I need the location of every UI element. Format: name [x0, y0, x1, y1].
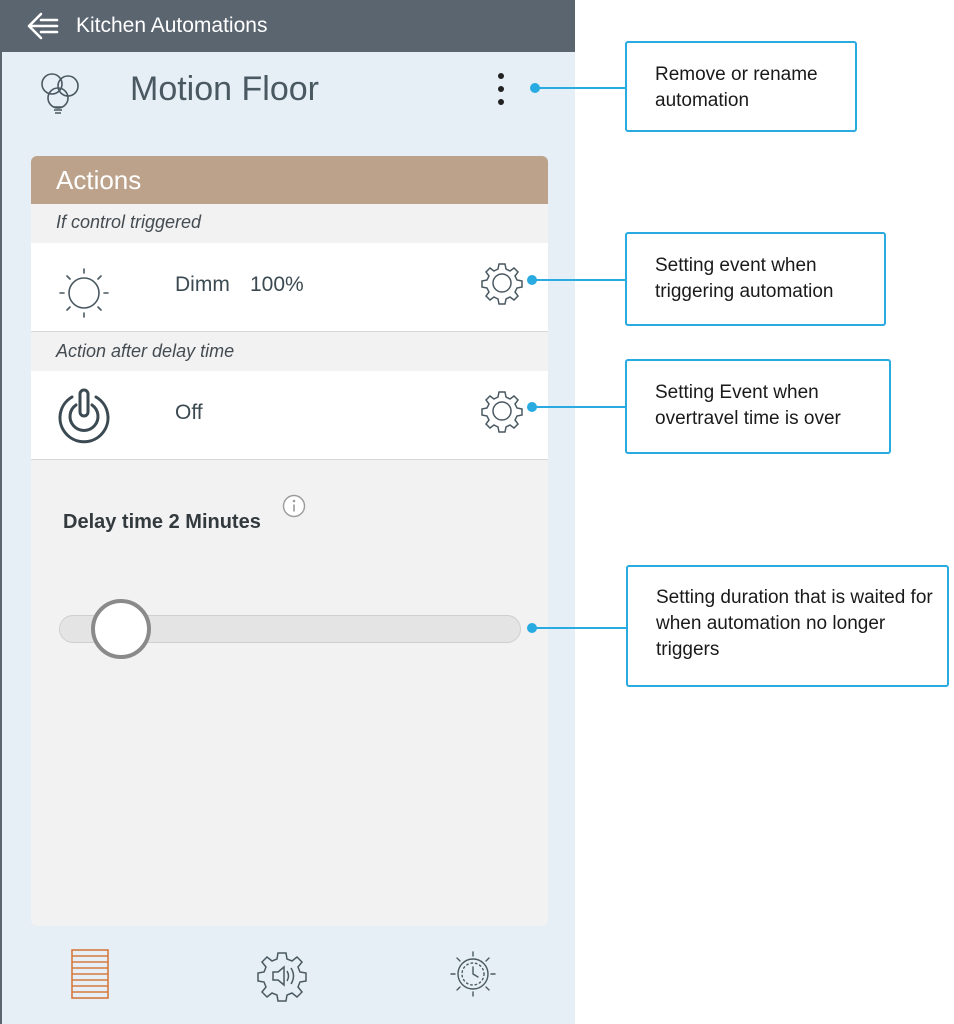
delay-slider-thumb[interactable] [91, 599, 152, 659]
gear-icon[interactable] [479, 388, 525, 434]
callout-line [532, 279, 627, 281]
callout-delay-duration: Setting duration that is waited for when… [626, 565, 949, 687]
sun-clock-icon[interactable] [448, 948, 498, 1000]
triggered-label: If control triggered [56, 212, 202, 232]
bulbs-icon [41, 73, 79, 114]
dim-sun-icon [59, 268, 109, 318]
top-bar: Kitchen Automations [2, 0, 575, 52]
info-icon[interactable] [282, 494, 306, 518]
callout-line [532, 627, 628, 629]
callout-menu: Remove or rename automation [625, 41, 857, 132]
callout-line [532, 406, 627, 408]
delay-action-row[interactable]: Off [31, 371, 548, 460]
gear-icon[interactable] [479, 260, 525, 306]
power-icon [58, 388, 110, 444]
back-title[interactable]: Kitchen Automations [76, 14, 267, 38]
delay-action-label: Action after delay time [56, 341, 235, 361]
callout-delay-event: Setting Event when overtravel time is ov… [625, 359, 891, 454]
delay-action-name: Off [175, 401, 203, 424]
phone-screen: Kitchen Automations Motion Floor Actions… [0, 0, 575, 1024]
delay-time-label: Delay time 2 Minutes [63, 511, 261, 533]
triggered-action-name: Dimm [175, 273, 230, 296]
back-arrow-icon[interactable] [26, 10, 60, 42]
actions-card: Actions If control triggered Dimm 100% A… [31, 156, 548, 926]
automation-name: Motion Floor [130, 70, 319, 108]
gear-sound-icon[interactable] [256, 950, 308, 1002]
callout-trigger-event: Setting event when triggering automation [625, 232, 886, 326]
triggered-action-row[interactable]: Dimm 100% [31, 243, 548, 332]
triggered-action-value: 100% [250, 273, 304, 296]
more-menu-button[interactable] [486, 70, 516, 108]
actions-header: Actions [31, 156, 548, 204]
callout-line [535, 87, 627, 89]
blinds-icon[interactable] [70, 948, 110, 1000]
